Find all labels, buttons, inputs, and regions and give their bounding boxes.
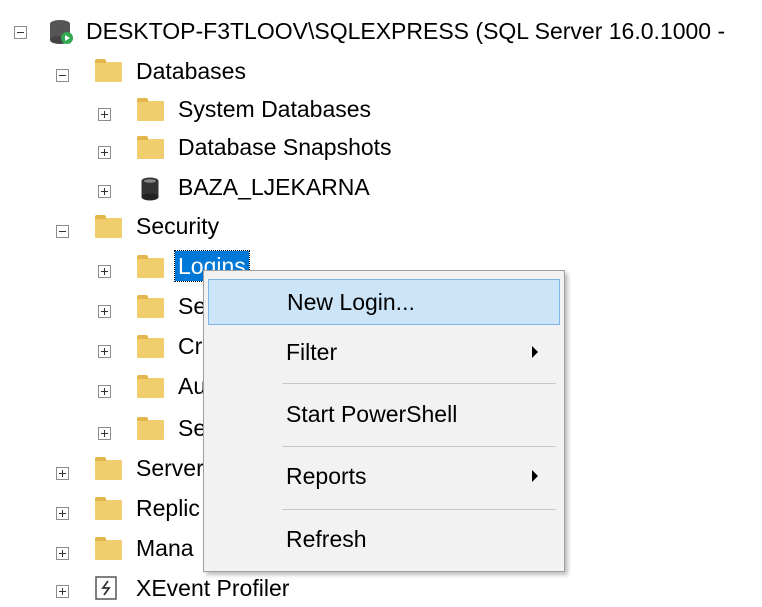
folder-icon xyxy=(137,136,164,159)
expand-system-databases-toggle[interactable] xyxy=(98,108,111,121)
collapse-server-toggle[interactable] xyxy=(14,26,27,39)
expand-xevent-toggle[interactable] xyxy=(56,585,69,598)
server-node-label[interactable]: DESKTOP-F3TLOOV\SQLEXPRESS (SQL Server 1… xyxy=(86,16,725,46)
expand-server-objects-toggle[interactable] xyxy=(56,467,69,480)
folder-icon xyxy=(95,537,122,560)
folder-icon xyxy=(137,98,164,121)
submenu-arrow-icon xyxy=(532,470,538,482)
server-icon xyxy=(50,20,73,44)
tree-item-replication[interactable]: Replic xyxy=(136,493,200,523)
tree-item-management[interactable]: Mana xyxy=(136,533,194,563)
tree-item-system-databases[interactable]: System Databases xyxy=(178,94,371,124)
tree-item-security-child[interactable]: Au xyxy=(178,371,206,401)
tree-item-security-child[interactable]: Se xyxy=(178,291,206,321)
folder-icon xyxy=(137,295,164,318)
collapse-databases-toggle[interactable] xyxy=(56,69,69,82)
menu-item-label: New Login... xyxy=(287,288,415,315)
menu-item-label: Filter xyxy=(286,338,338,365)
tree-item-security[interactable]: Security xyxy=(136,211,219,241)
menu-item-reports[interactable]: Reports xyxy=(208,453,560,499)
expand-replication-toggle[interactable] xyxy=(56,507,69,520)
folder-icon xyxy=(137,255,164,278)
menu-item-refresh[interactable]: Refresh xyxy=(208,516,560,562)
folder-icon xyxy=(95,215,122,238)
folder-icon xyxy=(137,335,164,358)
folder-icon xyxy=(95,457,122,480)
menu-item-filter[interactable]: Filter xyxy=(208,329,560,375)
expand-toggle[interactable] xyxy=(98,385,111,398)
tree-item-security-child[interactable]: Se xyxy=(178,413,206,443)
expand-toggle[interactable] xyxy=(98,427,111,440)
folder-icon xyxy=(95,59,122,82)
expand-baza-toggle[interactable] xyxy=(98,185,111,198)
menu-item-label: Reports xyxy=(286,462,367,489)
menu-separator xyxy=(282,509,556,510)
expand-logins-toggle[interactable] xyxy=(98,265,111,278)
collapse-security-toggle[interactable] xyxy=(56,225,69,238)
expand-toggle[interactable] xyxy=(98,305,111,318)
menu-item-start-powershell[interactable]: Start PowerShell xyxy=(208,391,560,437)
context-menu: New Login... Filter Start PowerShell Rep… xyxy=(203,270,565,572)
folder-icon xyxy=(137,375,164,398)
tree-item-security-child[interactable]: Cr xyxy=(178,331,202,361)
menu-item-label: Start PowerShell xyxy=(286,400,458,427)
tree-item-server-objects[interactable]: Server xyxy=(136,453,204,483)
tree-item-databases[interactable]: Databases xyxy=(136,56,246,86)
tree-item-xevent-profiler[interactable]: XEvent Profiler xyxy=(136,573,289,603)
menu-separator xyxy=(282,383,556,384)
database-icon xyxy=(141,177,159,201)
expand-database-snapshots-toggle[interactable] xyxy=(98,146,111,159)
tree-item-database-snapshots[interactable]: Database Snapshots xyxy=(178,132,392,162)
expand-management-toggle[interactable] xyxy=(56,547,69,560)
menu-item-new-login[interactable]: New Login... xyxy=(208,279,560,325)
tree-item-baza-ljekarna[interactable]: BAZA_LJEKARNA xyxy=(178,172,370,202)
expand-toggle[interactable] xyxy=(98,345,111,358)
menu-item-label: Refresh xyxy=(286,525,367,552)
folder-icon xyxy=(95,497,122,520)
folder-icon xyxy=(137,417,164,440)
xevent-profiler-icon xyxy=(95,576,117,600)
submenu-arrow-icon xyxy=(532,346,538,358)
menu-separator xyxy=(282,446,556,447)
